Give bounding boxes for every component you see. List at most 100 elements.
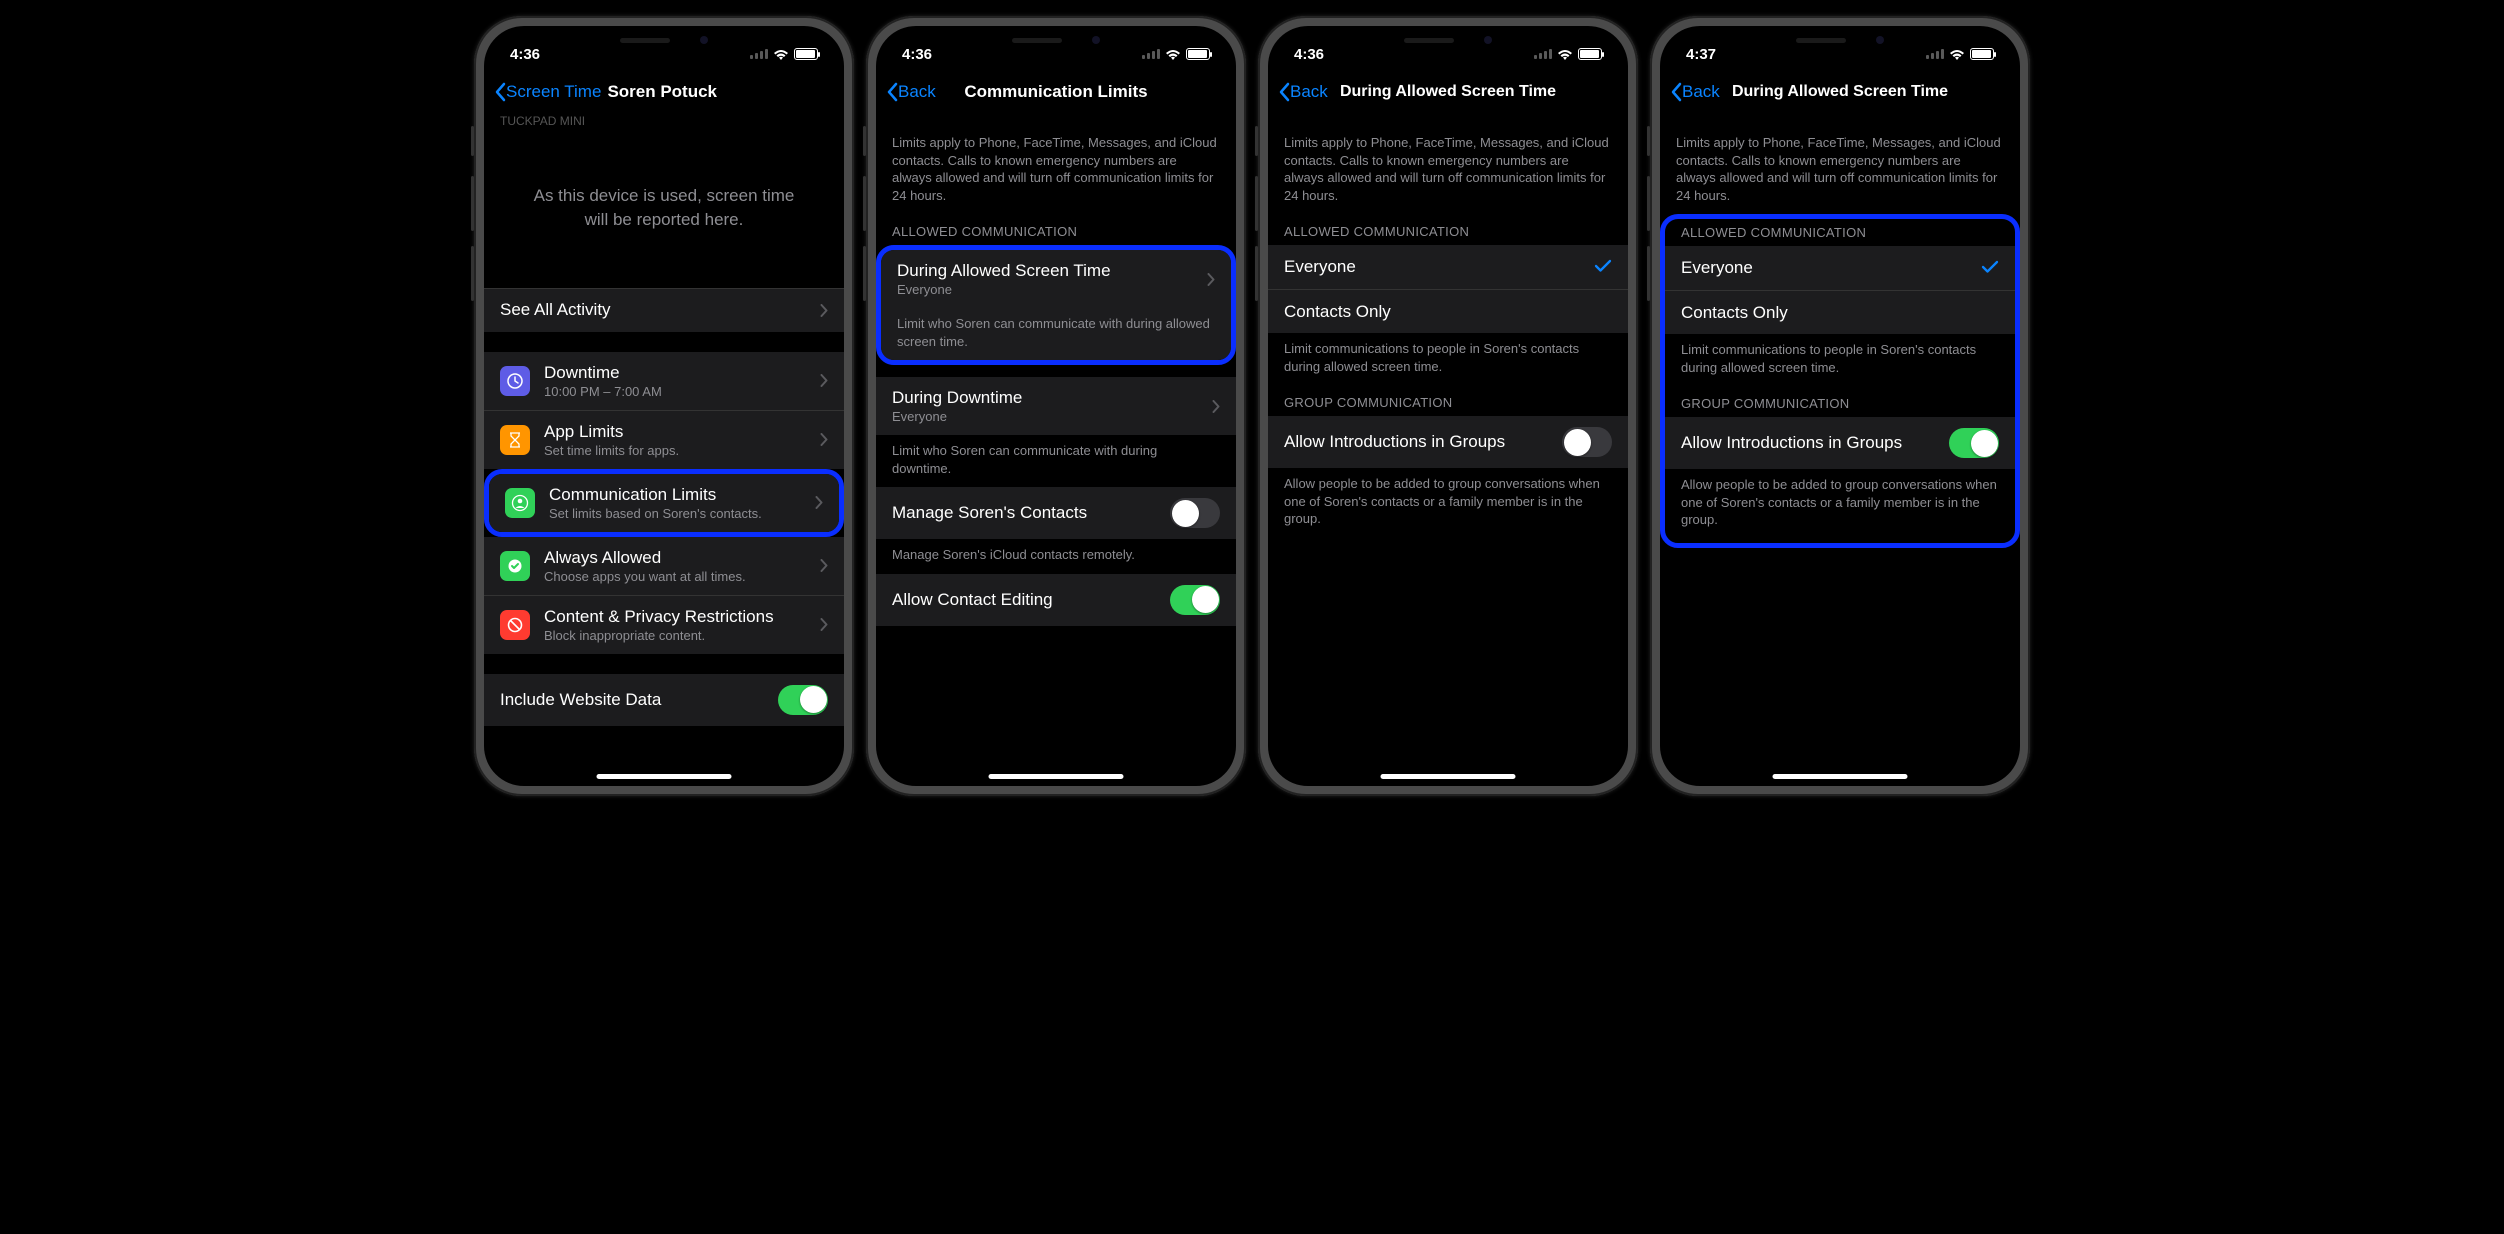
nav-title: During Allowed Screen Time <box>1732 83 1948 101</box>
allow-editing-toggle[interactable] <box>1170 585 1220 615</box>
chevron-right-icon <box>815 496 823 509</box>
allowed-comm-footer: Limit communications to people in Soren'… <box>1665 334 2015 386</box>
group-comm-header: GROUP COMMUNICATION <box>1665 386 2015 417</box>
group-intro-row[interactable]: Allow Introductions in Groups <box>1268 416 1628 468</box>
during-allowed-row[interactable]: During Allowed Screen TimeEveryone <box>881 250 1231 308</box>
chevron-right-icon <box>820 304 828 317</box>
home-indicator[interactable] <box>1381 774 1516 779</box>
status-time: 4:37 <box>1686 46 1716 63</box>
cellular-icon <box>1142 49 1160 59</box>
chevron-left-icon <box>1670 82 1682 102</box>
wifi-icon <box>1165 48 1181 60</box>
person-circle-icon <box>505 488 535 518</box>
always-allowed-row[interactable]: Always AllowedChoose apps you want at al… <box>484 537 844 595</box>
home-indicator[interactable] <box>989 774 1124 779</box>
nav-title: During Allowed Screen Time <box>1340 83 1556 101</box>
no-symbol-icon <box>500 610 530 640</box>
home-indicator[interactable] <box>1773 774 1908 779</box>
group-intro-toggle[interactable] <box>1562 427 1612 457</box>
chevron-right-icon <box>820 433 828 446</box>
checkmark-icon <box>1981 258 1999 279</box>
limits-description: Limits apply to Phone, FaceTime, Message… <box>1660 114 2020 214</box>
option-contacts-only[interactable]: Contacts Only <box>1665 290 2015 334</box>
during-downtime-row[interactable]: During DowntimeEveryone <box>876 377 1236 435</box>
device-name-header: TUCKPAD MINI <box>484 114 844 128</box>
battery-icon <box>1970 48 1994 60</box>
status-time: 4:36 <box>510 46 540 63</box>
screen-1: 4:36 Screen Time Soren Potuck TUCKPAD MI… <box>484 26 844 786</box>
app-limits-row[interactable]: App LimitsSet time limits for apps. <box>484 410 844 469</box>
content-privacy-row[interactable]: Content & Privacy RestrictionsBlock inap… <box>484 595 844 654</box>
group-comm-footer: Allow people to be added to group conver… <box>1665 469 2015 539</box>
usage-placeholder: As this device is used, screen time will… <box>484 128 844 288</box>
during-downtime-footer: Limit who Soren can communicate with dur… <box>876 435 1236 487</box>
highlight-allowed-groups: ALLOWED COMMUNICATION Everyone Contacts … <box>1660 214 2020 548</box>
wifi-icon <box>1949 48 1965 60</box>
chevron-right-icon <box>1212 400 1220 413</box>
allowed-comm-footer: Limit communications to people in Soren'… <box>1268 333 1628 385</box>
notch <box>579 26 749 54</box>
chevron-right-icon <box>1207 273 1215 286</box>
cellular-icon <box>1926 49 1944 59</box>
wifi-icon <box>773 48 789 60</box>
content[interactable]: Limits apply to Phone, FaceTime, Message… <box>1268 114 1628 786</box>
group-comm-header: GROUP COMMUNICATION <box>1268 385 1628 416</box>
content[interactable]: Limits apply to Phone, FaceTime, Message… <box>876 114 1236 786</box>
cellular-icon <box>1534 49 1552 59</box>
during-allowed-footer: Limit who Soren can communicate with dur… <box>881 308 1231 360</box>
highlight-communication-limits: Communication LimitsSet limits based on … <box>484 469 844 537</box>
checkmark-seal-icon <box>500 551 530 581</box>
group-comm-footer: Allow people to be added to group conver… <box>1268 468 1628 538</box>
content[interactable]: TUCKPAD MINI As this device is used, scr… <box>484 114 844 786</box>
notch <box>1755 26 1925 54</box>
limits-description: Limits apply to Phone, FaceTime, Message… <box>876 114 1236 214</box>
chevron-right-icon <box>820 374 828 387</box>
nav-bar: Back During Allowed Screen Time <box>1268 70 1628 114</box>
notch <box>971 26 1141 54</box>
phone-frame-4: 4:37 Back During Allowed Screen Time Lim… <box>1650 16 2030 796</box>
phone-frame-3: 4:36 Back During Allowed Screen Time Lim… <box>1258 16 1638 796</box>
group-intro-row[interactable]: Allow Introductions in Groups <box>1665 417 2015 469</box>
downtime-icon <box>500 366 530 396</box>
back-label: Back <box>898 82 936 102</box>
back-label: Back <box>1290 82 1328 102</box>
back-button[interactable]: Back <box>1278 82 1328 102</box>
battery-icon <box>1578 48 1602 60</box>
option-everyone[interactable]: Everyone <box>1268 245 1628 289</box>
manage-contacts-row[interactable]: Manage Soren's Contacts <box>876 487 1236 539</box>
see-all-label: See All Activity <box>500 300 806 320</box>
allowed-comm-header: ALLOWED COMMUNICATION <box>1268 214 1628 245</box>
include-website-data-row[interactable]: Include Website Data <box>484 674 844 726</box>
content[interactable]: Limits apply to Phone, FaceTime, Message… <box>1660 114 2020 786</box>
back-button[interactable]: Back <box>1670 82 1720 102</box>
battery-icon <box>794 48 818 60</box>
back-button[interactable]: Back <box>886 82 936 102</box>
screen-4: 4:37 Back During Allowed Screen Time Lim… <box>1660 26 2020 786</box>
back-label: Back <box>1682 82 1720 102</box>
communication-limits-row[interactable]: Communication LimitsSet limits based on … <box>489 474 839 532</box>
cellular-icon <box>750 49 768 59</box>
nav-title: Communication Limits <box>964 82 1147 102</box>
allow-contact-editing-row[interactable]: Allow Contact Editing <box>876 574 1236 626</box>
back-label: Screen Time <box>506 82 601 102</box>
website-data-toggle[interactable] <box>778 685 828 715</box>
checkmark-icon <box>1594 257 1612 278</box>
group-intro-toggle[interactable] <box>1949 428 1999 458</box>
status-time: 4:36 <box>1294 46 1324 63</box>
nav-title: Soren Potuck <box>607 82 717 102</box>
manage-contacts-toggle[interactable] <box>1170 498 1220 528</box>
option-everyone[interactable]: Everyone <box>1665 246 2015 290</box>
chevron-left-icon <box>886 82 898 102</box>
back-button[interactable]: Screen Time <box>494 82 601 102</box>
home-indicator[interactable] <box>597 774 732 779</box>
chevron-left-icon <box>494 82 506 102</box>
chevron-left-icon <box>1278 82 1290 102</box>
screen-2: 4:36 Back Communication Limits Limits ap… <box>876 26 1236 786</box>
hourglass-icon <box>500 425 530 455</box>
option-contacts-only[interactable]: Contacts Only <box>1268 289 1628 333</box>
allowed-comm-header: ALLOWED COMMUNICATION <box>876 214 1236 245</box>
see-all-activity-row[interactable]: See All Activity <box>484 288 844 332</box>
wifi-icon <box>1557 48 1573 60</box>
manage-contacts-footer: Manage Soren's iCloud contacts remotely. <box>876 539 1236 574</box>
downtime-row[interactable]: Downtime10:00 PM – 7:00 AM <box>484 352 844 410</box>
